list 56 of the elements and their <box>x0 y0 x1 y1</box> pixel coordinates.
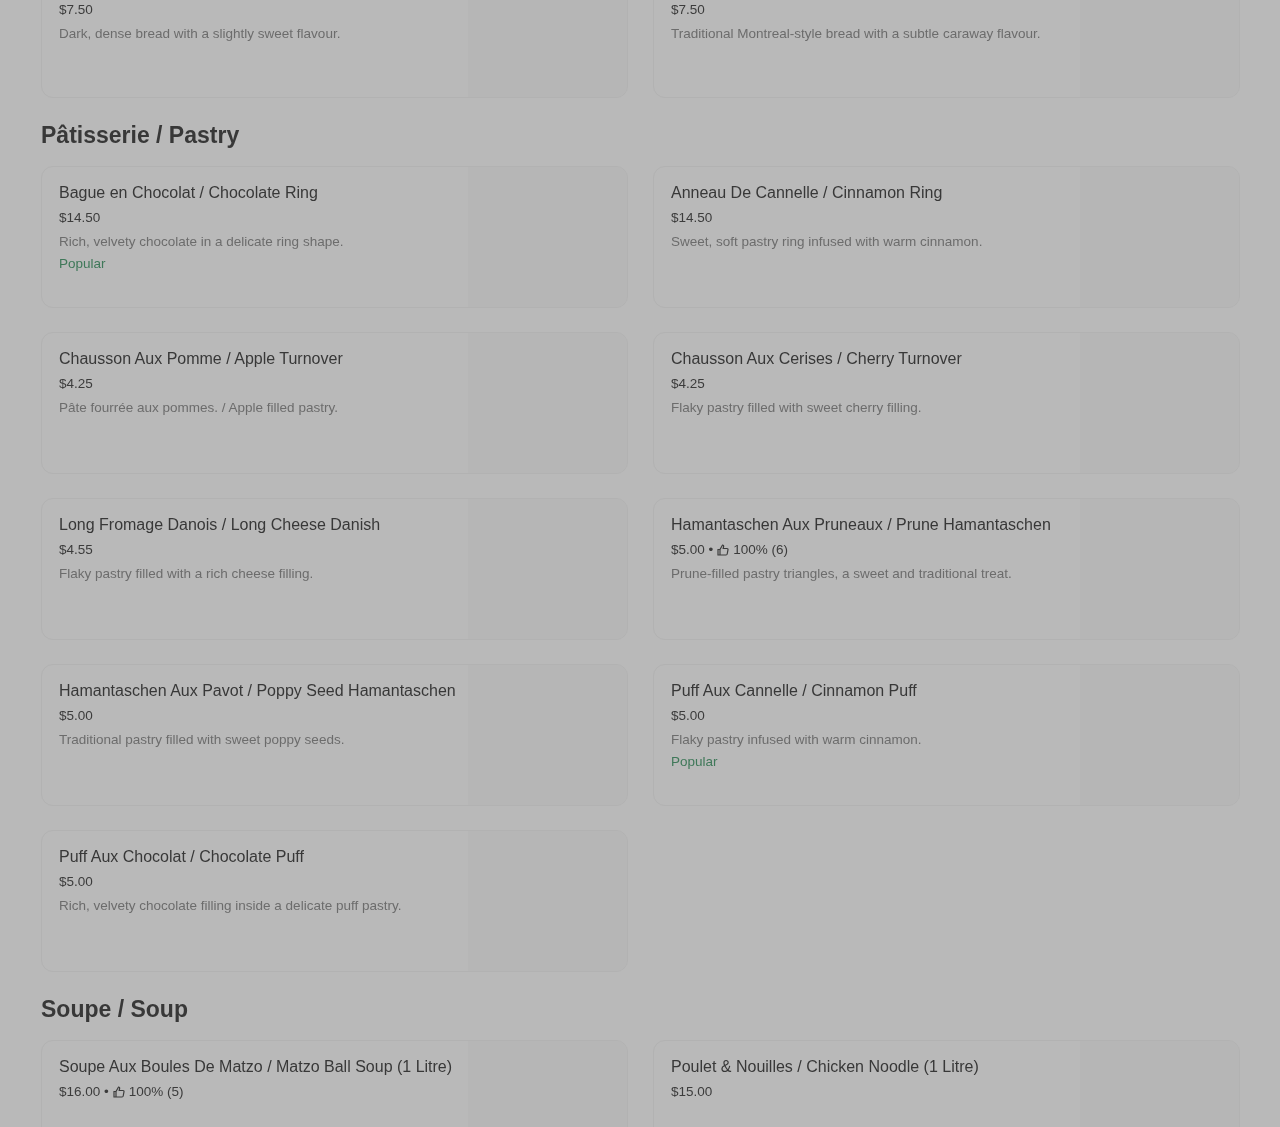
menu-item-card[interactable]: Hamantaschen Aux Pavot / Poppy Seed Hamantaschen $5.00 Traditional pastry filled with sweet poppy seeds. <box>41 664 628 806</box>
menu-item-card[interactable]: Hamantaschen Aux Pruneaux / Prune Hamantaschen $5.00 • 100% (6) Prune-filled pastry triangles, a sweet and traditional treat. <box>653 498 1240 640</box>
item-description: Sweet, soft pastry ring infused with warm cinnamon. <box>671 233 984 251</box>
item-name: Poulet & Nouilles / Chicken Noodle (1 Litre) <box>671 1057 980 1077</box>
item-name: Puff Aux Cannelle / Cinnamon Puff <box>671 681 918 701</box>
item-price: $14.50 <box>671 209 713 227</box>
popular-tag: Popular <box>671 753 718 771</box>
item-description: Traditional Montreal-style bread with a subtle caraway flavour. <box>671 25 1042 43</box>
item-name: Chausson Aux Pomme / Apple Turnover <box>59 349 344 369</box>
item-rating: 100% (5) <box>128 1083 184 1101</box>
item-name: Chausson Aux Cerises / Cherry Turnover <box>671 349 963 369</box>
item-name: Puff Aux Chocolat / Chocolate Puff <box>59 847 305 867</box>
menu-item-card[interactable]: Bague en Chocolat / Chocolate Ring $14.50 Rich, velvety chocolate in a delicate ring shape. Popular <box>41 166 628 308</box>
item-description: Flaky pastry filled with a rich cheese filling. <box>59 565 315 583</box>
menu-item-card[interactable]: Chausson Aux Cerises / Cherry Turnover $4.25 Flaky pastry filled with sweet cherry filling. <box>653 332 1240 474</box>
item-price: $5.00 <box>59 873 93 891</box>
menu-item-card[interactable]: Puff Aux Cannelle / Cinnamon Puff $5.00 Flaky pastry infused with warm cinnamon. Popular <box>653 664 1240 806</box>
section-heading: Soupe / Soup <box>41 995 188 1024</box>
item-price: $15.00 <box>671 1083 713 1101</box>
item-price: $4.25 <box>59 375 93 393</box>
menu-item-card[interactable]: Poulet & Nouilles / Chicken Noodle (1 Litre) $15.00 <box>653 1040 1240 1127</box>
item-description: Dark, dense bread with a slightly sweet flavour. <box>59 25 342 43</box>
item-price: $4.25 <box>671 375 705 393</box>
item-description: Flaky pastry infused with warm cinnamon. <box>671 731 923 749</box>
item-name: Bague en Chocolat / Chocolate Ring <box>59 183 319 203</box>
item-name: Soupe Aux Boules De Matzo / Matzo Ball Soup (1 Litre) <box>59 1057 454 1077</box>
thumbs-up-icon <box>112 1086 125 1098</box>
menu-item-card[interactable]: $7.50 Dark, dense bread with a slightly sweet flavour. <box>41 0 628 98</box>
item-rating: 100% (6) <box>733 541 789 559</box>
item-price: $5.00 <box>59 707 93 725</box>
menu-item-card[interactable]: Puff Aux Chocolat / Chocolate Puff $5.00 Rich, velvety chocolate filling inside a delicate puff pastry. <box>41 830 628 972</box>
item-description: Prune-filled pastry triangles, a sweet and traditional treat. <box>671 565 1013 583</box>
item-description: Rich, velvety chocolate filling inside a delicate puff pastry. <box>59 897 403 915</box>
item-description: Pâte fourrée aux pommes. / Apple filled pastry. <box>59 399 339 417</box>
item-description: Traditional pastry filled with sweet poppy seeds. <box>59 731 346 749</box>
item-name: Hamantaschen Aux Pavot / Poppy Seed Hamantaschen <box>59 681 457 701</box>
menu-item-card[interactable]: Soupe Aux Boules De Matzo / Matzo Ball Soup (1 Litre) $16.00 • 100% (5) <box>41 1040 628 1127</box>
item-price: $16.00 • <box>59 1083 109 1101</box>
item-name: Anneau De Cannelle / Cinnamon Ring <box>671 183 944 203</box>
menu-item-card[interactable]: Anneau De Cannelle / Cinnamon Ring $14.50 Sweet, soft pastry ring infused with warm cinnamon. <box>653 166 1240 308</box>
section-heading: Pâtisserie / Pastry <box>41 121 240 150</box>
popular-tag: Popular <box>59 255 106 273</box>
item-price: $14.50 <box>59 209 101 227</box>
item-name: Hamantaschen Aux Pruneaux / Prune Hamantaschen <box>671 515 1052 535</box>
item-description: Rich, velvety chocolate in a delicate ring shape. <box>59 233 345 251</box>
item-price: $5.00 • <box>671 541 714 559</box>
item-price: $5.00 <box>671 707 705 725</box>
thumbs-up-icon <box>717 544 730 556</box>
item-price: $4.55 <box>59 541 93 559</box>
item-price: $7.50 <box>59 1 93 19</box>
item-description: Flaky pastry filled with sweet cherry filling. <box>671 399 923 417</box>
item-name: Long Fromage Danois / Long Cheese Danish <box>59 515 382 535</box>
item-price: $7.50 <box>671 1 705 19</box>
menu-item-card[interactable]: $7.50 Traditional Montreal-style bread with a subtle caraway flavour. <box>653 0 1240 98</box>
menu-item-card[interactable]: Long Fromage Danois / Long Cheese Danish $4.55 Flaky pastry filled with a rich cheese filling. <box>41 498 628 640</box>
menu-item-card[interactable]: Chausson Aux Pomme / Apple Turnover $4.25 Pâte fourrée aux pommes. / Apple filled pastry. <box>41 332 628 474</box>
